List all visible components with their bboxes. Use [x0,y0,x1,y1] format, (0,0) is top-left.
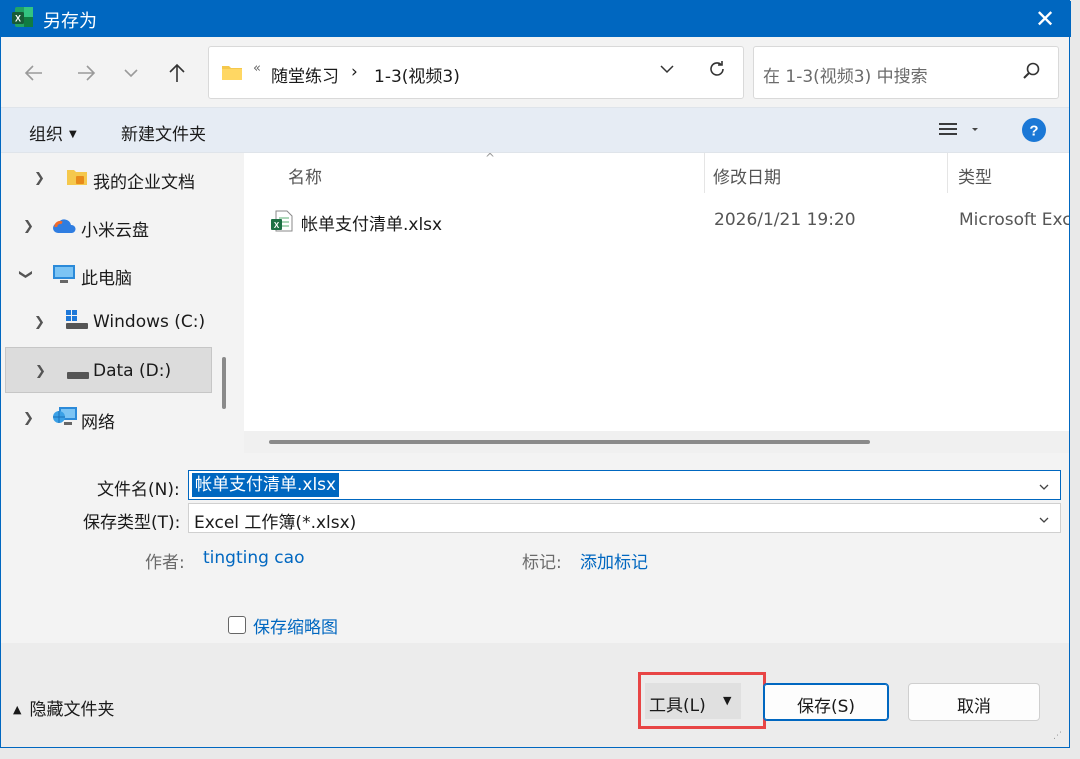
resize-grip-icon[interactable]: ⋰ [1053,731,1062,741]
recent-chevron-down-icon[interactable] [115,57,147,89]
command-bar: 组织 ▼ 新建文件夹 [1,107,1069,153]
filename-label: 文件名(N): [97,480,180,500]
file-modified: 2026/1/21 19:20 [714,210,856,230]
tree-item-label: Data (D:) [93,361,172,381]
back-arrow-icon[interactable] [18,57,50,89]
organize-label: 组织 [29,125,63,145]
drive-d-icon [66,366,90,386]
organize-button[interactable]: 组织 ▼ [29,120,77,145]
close-icon[interactable]: ✕ [1019,1,1071,37]
dialog-footer: ▲ 隐藏文件夹 工具(L) ▼ 保存(S) 取消 ⋰ [1,643,1069,747]
tree-item-drive-d[interactable]: ❯ Data (D:) [5,347,212,393]
cloud-icon [52,217,78,240]
caret-down-icon: ▼ [723,694,732,707]
file-name: 帐单支付清单.xlsx [301,215,443,235]
svg-text:X: X [274,221,280,230]
column-header-name[interactable]: 名称 [288,163,322,188]
column-header-modified[interactable]: 修改日期 [713,163,781,188]
chevron-down-icon[interactable] [1038,478,1050,498]
forward-arrow-icon[interactable] [70,57,102,89]
save-button[interactable]: 保存(S) [763,683,889,721]
navigation-pane: ❯ 我的企业文档 ❯ 小米云盘 ❯ 此电脑 ❯ Windows (C:) ❯ D… [1,153,237,453]
file-list: ^ 名称 修改日期 类型 X 帐单支付清单.xlsx 2026/1/21 19:… [244,151,1069,453]
tree-item-xiaomi-cloud[interactable]: ❯ 小米云盘 [1,203,213,249]
enterprise-docs-icon [66,167,88,192]
excel-file-icon: X [270,209,294,238]
column-header-type[interactable]: 类型 [958,163,992,188]
breadcrumb-item[interactable]: 随堂练习 [271,62,339,87]
hide-folders-label: 隐藏文件夹 [29,700,115,720]
search-input[interactable]: 在 1-3(视频3) 中搜索 [763,62,928,87]
tools-label: 工具(L) [649,696,706,716]
save-form: 文件名(N): 帐单支付清单.xlsx 保存类型(T): Excel 工作簿(*… [1,453,1069,643]
save-as-dialog: X 另存为 ✕ « 随堂练习 › 1-3(视频3) 在 1-3(视频3) 中搜索… [0,0,1071,748]
filename-field[interactable]: 帐单支付清单.xlsx [188,470,1061,500]
navigation-scrollbar[interactable] [222,357,226,409]
chevron-down-icon[interactable]: ❯ [18,269,33,280]
refresh-icon[interactable] [707,59,727,85]
hide-folders-button[interactable]: ▲ 隐藏文件夹 [13,695,114,720]
view-options-button[interactable] [937,120,981,145]
folder-icon [221,63,243,86]
chevron-up-icon: ▲ [13,703,22,716]
save-thumbnail-label[interactable]: 保存缩略图 [253,613,338,638]
caret-down-icon: ▼ [69,129,77,140]
filetype-value: Excel 工作簿(*.xlsx) [194,513,357,533]
chevron-down-icon[interactable] [659,61,675,82]
tags-field[interactable]: 添加标记 [580,548,648,573]
filetype-select[interactable]: Excel 工作簿(*.xlsx) [188,503,1061,533]
excel-app-icon: X [12,6,34,28]
tree-item-label: Windows (C:) [93,312,206,332]
svg-text:X: X [15,14,21,24]
author-label: 作者: [145,553,185,573]
sort-ascending-icon: ^ [485,151,496,165]
help-icon[interactable]: ? [1021,117,1047,148]
tree-item-label: 此电脑 [81,269,132,289]
chevron-right-icon[interactable]: ❯ [23,411,34,426]
filetype-label: 保存类型(T): [83,513,181,533]
address-bar[interactable]: « 随堂练习 › 1-3(视频3) [208,46,744,99]
tags-label: 标记: [522,553,562,573]
breadcrumb-separator[interactable]: › [351,62,358,82]
save-label: 保存(S) [796,697,856,717]
search-box[interactable]: 在 1-3(视频3) 中搜索 [753,46,1059,99]
up-arrow-icon[interactable] [161,57,193,89]
author-field[interactable]: tingting cao [203,548,304,568]
search-icon[interactable] [1021,61,1041,86]
breadcrumb-overflow[interactable]: « [253,61,261,76]
title-bar: X 另存为 ✕ [1,1,1071,37]
file-row[interactable]: X 帐单支付清单.xlsx 2026/1/21 19:20 Microsoft … [264,205,1069,237]
tools-button[interactable]: 工具(L) ▼ [645,683,741,719]
svg-text:?: ? [1029,123,1038,140]
horizontal-scrollbar[interactable] [269,440,870,444]
cancel-label: 取消 [957,697,991,717]
breadcrumb-item[interactable]: 1-3(视频3) [374,62,460,87]
save-thumbnail-checkbox[interactable] [228,616,246,634]
drive-c-icon [65,309,89,336]
computer-icon [52,263,76,290]
chevron-right-icon[interactable]: ❯ [23,219,34,234]
tree-item-label: 我的企业文档 [93,173,195,193]
chevron-right-icon[interactable]: ❯ [34,315,45,330]
new-folder-button[interactable]: 新建文件夹 [121,120,206,145]
tree-item-label: 小米云盘 [81,221,149,241]
column-divider[interactable] [704,153,705,193]
window-title: 另存为 [43,11,97,32]
filename-value[interactable]: 帐单支付清单.xlsx [192,473,340,497]
file-type: Microsoft Excel [959,210,1069,230]
network-icon [52,405,78,434]
chevron-right-icon[interactable]: ❯ [34,171,45,186]
cancel-button[interactable]: 取消 [908,683,1040,721]
tree-item-this-pc[interactable]: ❯ 此电脑 [1,251,213,297]
chevron-right-icon[interactable]: ❯ [35,364,46,379]
horizontal-scroll-track [244,431,1069,453]
tree-item-network[interactable]: ❯ 网络 [1,395,213,441]
chevron-down-icon[interactable] [1038,511,1050,531]
column-divider[interactable] [947,153,948,193]
tree-item-enterprise-docs[interactable]: ❯ 我的企业文档 [1,155,213,201]
tree-item-label: 网络 [81,413,115,433]
tree-item-drive-c[interactable]: ❯ Windows (C:) [1,299,213,345]
